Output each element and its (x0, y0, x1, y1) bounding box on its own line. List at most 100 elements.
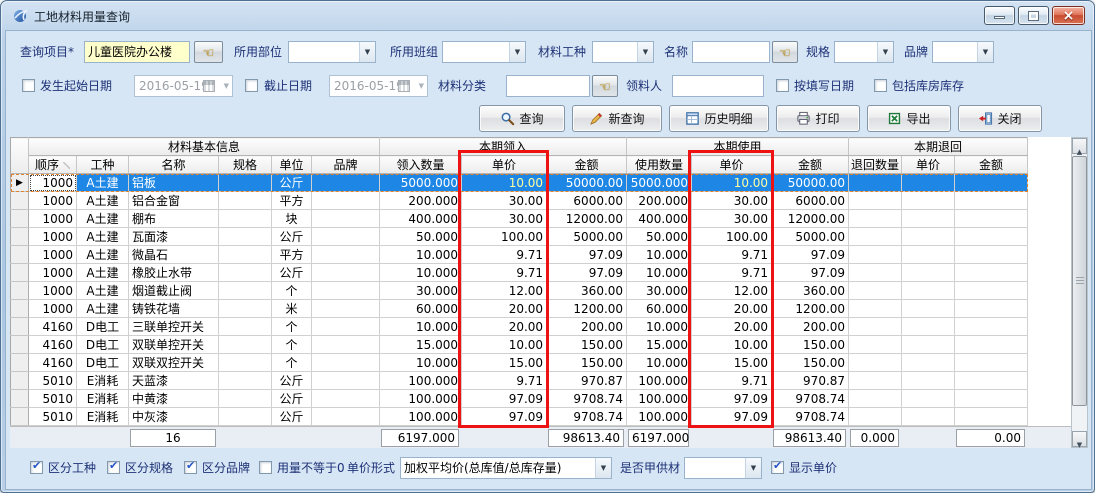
cell[interactable]: A土建 (77, 192, 129, 210)
table-row[interactable]: 1000A土建铝合金窗平方200.00030.006000.00200.0003… (11, 192, 1028, 210)
table-row[interactable]: 4160D电工双联单控开关个15.00010.00150.0015.00010.… (11, 336, 1028, 354)
cell[interactable]: 50000.00 (772, 174, 849, 192)
cell[interactable]: 棚布 (129, 210, 219, 228)
cell[interactable]: 5010 (29, 372, 77, 390)
cell[interactable]: 10.000 (627, 264, 692, 282)
column-header-received-price[interactable]: 单价 (462, 156, 547, 174)
cell[interactable]: A土建 (77, 228, 129, 246)
cell[interactable]: 10.000 (380, 318, 462, 336)
cell[interactable]: 中黄漆 (129, 390, 219, 408)
project-picker-button[interactable]: ☜ (194, 41, 223, 63)
column-header-trade[interactable]: 工种 (77, 156, 129, 174)
cell[interactable]: 10.00 (462, 336, 547, 354)
cell[interactable] (955, 354, 1028, 372)
cell[interactable]: 9708.74 (772, 390, 849, 408)
close-button[interactable]: 关闭 (958, 105, 1042, 132)
cell[interactable]: A土建 (77, 282, 129, 300)
scroll-down-button[interactable]: ▼ (1072, 431, 1087, 447)
cell[interactable]: 6000.00 (547, 192, 627, 210)
cell[interactable]: 360.00 (547, 282, 627, 300)
cell[interactable]: 97.09 (772, 246, 849, 264)
column-header-unit[interactable]: 单位 (272, 156, 312, 174)
cell[interactable] (849, 174, 902, 192)
cell[interactable]: 1000 (29, 264, 77, 282)
cell[interactable] (219, 300, 272, 318)
cell[interactable] (955, 264, 1028, 282)
column-header-received-amount[interactable]: 金额 (547, 156, 627, 174)
by-fill-date-checkbox[interactable] (776, 79, 789, 92)
table-row[interactable]: 1000A土建瓦面漆公斤50.000100.005000.0050.000100… (11, 228, 1028, 246)
row-indicator[interactable] (11, 210, 29, 228)
cell[interactable]: 20.00 (692, 318, 772, 336)
cell[interactable] (955, 408, 1028, 426)
cell[interactable]: 400.000 (627, 210, 692, 228)
table-row[interactable]: 5010E消耗中灰漆公斤100.00097.099708.74100.00097… (11, 408, 1028, 426)
cell[interactable]: 4160 (29, 336, 77, 354)
cell[interactable]: 30.00 (692, 192, 772, 210)
cell[interactable]: 公斤 (272, 264, 312, 282)
cell[interactable] (219, 408, 272, 426)
column-header-received-qty[interactable]: 领入数量 (380, 156, 462, 174)
cell[interactable]: 30.00 (692, 210, 772, 228)
cell[interactable]: 1000 (29, 282, 77, 300)
cell[interactable]: 4160 (29, 318, 77, 336)
cell[interactable] (312, 264, 380, 282)
cell[interactable] (312, 354, 380, 372)
cell[interactable] (902, 408, 955, 426)
cell[interactable]: 100.000 (627, 372, 692, 390)
cell[interactable] (312, 210, 380, 228)
cell[interactable] (312, 192, 380, 210)
vertical-scrollbar[interactable]: ▲ ▼ (1071, 137, 1088, 448)
cell[interactable] (312, 174, 380, 192)
cell[interactable]: 公斤 (272, 228, 312, 246)
row-indicator[interactable] (11, 408, 29, 426)
cell[interactable] (312, 336, 380, 354)
cell[interactable] (902, 390, 955, 408)
end-date-field[interactable]: 2016-05-19 ▼ (329, 75, 428, 97)
row-indicator[interactable] (11, 336, 29, 354)
picker-person-input[interactable] (672, 75, 764, 97)
cell[interactable]: 块 (272, 210, 312, 228)
cell[interactable]: 200.000 (627, 192, 692, 210)
cell[interactable]: 50.000 (380, 228, 462, 246)
category-input[interactable] (506, 75, 590, 97)
table-row[interactable]: 1000A土建微晶石平方10.0009.7197.0910.0009.7197.… (11, 246, 1028, 264)
by-trade-checkbox[interactable] (30, 461, 43, 474)
include-warehouse-checkbox[interactable] (874, 79, 887, 92)
cell[interactable] (219, 390, 272, 408)
cell[interactable]: 400.000 (380, 210, 462, 228)
cell[interactable] (849, 318, 902, 336)
row-indicator[interactable] (11, 264, 29, 282)
cell[interactable] (849, 264, 902, 282)
cell[interactable]: 公斤 (272, 174, 312, 192)
cell[interactable]: 10.000 (627, 318, 692, 336)
column-header-returned-qty[interactable]: 退回数量 (849, 156, 902, 174)
cell[interactable]: 9.71 (692, 246, 772, 264)
cell[interactable]: 4160 (29, 354, 77, 372)
cell[interactable] (219, 336, 272, 354)
column-header-used-price[interactable]: 单价 (692, 156, 772, 174)
cell[interactable] (849, 336, 902, 354)
cell[interactable]: 5000.00 (772, 228, 849, 246)
cell[interactable]: 150.00 (772, 336, 849, 354)
cell[interactable]: 10.000 (380, 246, 462, 264)
column-header-used-amount[interactable]: 金额 (772, 156, 849, 174)
cell[interactable]: 200.000 (380, 192, 462, 210)
cell[interactable]: D电工 (77, 336, 129, 354)
print-button[interactable]: 打印 (776, 105, 860, 132)
cell[interactable] (955, 282, 1028, 300)
cell[interactable]: 100.000 (627, 390, 692, 408)
cell[interactable]: D电工 (77, 354, 129, 372)
cell[interactable]: 个 (272, 336, 312, 354)
cell[interactable]: 瓦面漆 (129, 228, 219, 246)
price-form-dropdown[interactable]: 加权平均价(总库值/总库存量) ▼ (400, 457, 612, 479)
scroll-up-button[interactable]: ▲ (1072, 138, 1087, 154)
cell[interactable]: 公斤 (272, 390, 312, 408)
export-button[interactable]: 导出 (867, 105, 951, 132)
cell[interactable]: 天蓝漆 (129, 372, 219, 390)
name-input[interactable] (692, 41, 770, 63)
cell[interactable]: D电工 (77, 318, 129, 336)
cell[interactable] (955, 300, 1028, 318)
cell[interactable] (219, 246, 272, 264)
cell[interactable]: 1000 (29, 174, 77, 192)
